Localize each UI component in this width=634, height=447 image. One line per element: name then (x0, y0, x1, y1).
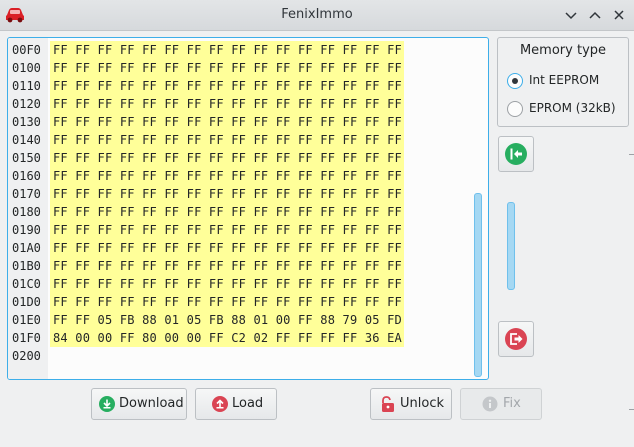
divider (629, 154, 634, 167)
read-button[interactable] (498, 136, 534, 172)
hex-address: 0100 (12, 61, 41, 75)
hex-bytes[interactable]: FF FF FF FF FF FF FF FF FF FF FF FF FF F… (50, 293, 404, 311)
hex-address: 0110 (12, 79, 41, 93)
radio-indicator[interactable] (507, 73, 523, 89)
hex-bytes[interactable]: FF FF FF FF FF FF FF FF FF FF FF FF FF F… (50, 95, 404, 113)
hex-address: 01C0 (12, 277, 41, 291)
hex-address: 01D0 (12, 295, 41, 309)
close-icon[interactable] (611, 7, 627, 23)
hex-bytes[interactable]: FF FF FF FF FF FF FF FF FF FF FF FF FF F… (50, 149, 404, 167)
window-title: FenixImmo (281, 7, 353, 22)
hex-address: 01E0 (12, 313, 41, 327)
hex-bytes[interactable]: FF FF FF FF FF FF FF FF FF FF FF FF FF F… (50, 239, 404, 257)
unlock-icon (380, 396, 396, 417)
hex-bytes[interactable]: FF FF FF FF FF FF FF FF FF FF FF FF FF F… (50, 221, 404, 239)
hex-bytes[interactable]: FF FF FF FF FF FF FF FF FF FF FF FF FF F… (50, 131, 404, 149)
hex-bytes[interactable]: FF FF FF FF FF FF FF FF FF FF FF FF FF F… (50, 113, 404, 131)
title-bar[interactable]: FenixImmo (0, 0, 634, 31)
hex-bytes[interactable]: FF FF FF FF FF FF FF FF FF FF FF FF FF F… (50, 257, 404, 275)
hex-address: 00F0 (12, 43, 41, 57)
hex-address: 01B0 (12, 259, 41, 273)
load-label: Load (232, 396, 264, 411)
hex-bytes[interactable]: FF FF FF FF FF FF FF FF FF FF FF FF FF F… (50, 275, 404, 293)
import-arrow-icon (505, 143, 527, 169)
unlock-label: Unlock (400, 396, 444, 411)
download-icon (99, 396, 115, 416)
hex-editor[interactable]: 00F0 FF FF FF FF FF FF FF FF FF FF FF FF … (7, 37, 489, 380)
hex-bytes[interactable]: FF FF FF FF FF FF FF FF FF FF FF FF FF F… (50, 59, 404, 77)
info-icon (482, 396, 498, 416)
hex-address: 01F0 (12, 331, 41, 345)
hex-address: 0180 (12, 205, 41, 219)
radio-label: EPROM (32kB) (529, 101, 616, 115)
hex-address: 0150 (12, 151, 41, 165)
hex-scrollbar[interactable] (474, 193, 482, 377)
download-button[interactable]: Download (91, 388, 187, 420)
hex-address: 0170 (12, 187, 41, 201)
hex-bytes[interactable]: FF FF 05 FB 88 01 05 FB 88 01 00 FF 88 7… (50, 311, 404, 329)
radio-label: Int EEPROM (529, 73, 600, 87)
unlock-button[interactable]: Unlock (370, 388, 452, 420)
hex-bytes[interactable]: FF FF FF FF FF FF FF FF FF FF FF FF FF F… (50, 203, 404, 221)
hex-bytes[interactable]: FF FF FF FF FF FF FF FF FF FF FF FF FF F… (50, 167, 404, 185)
download-label: Download (119, 396, 184, 411)
hex-address: 0200 (12, 349, 41, 363)
fix-button[interactable]: Fix (460, 388, 542, 420)
divider (629, 409, 634, 410)
hex-bytes[interactable]: FF FF FF FF FF FF FF FF FF FF FF FF FF F… (50, 185, 404, 203)
radio-indicator[interactable] (507, 101, 523, 117)
hex-bytes[interactable]: FF FF FF FF FF FF FF FF FF FF FF FF FF F… (50, 77, 404, 95)
hex-bytes[interactable]: FF FF FF FF FF FF FF FF FF FF FF FF FF F… (50, 41, 404, 59)
chevron-down-icon[interactable] (563, 7, 579, 23)
hex-bytes[interactable] (50, 347, 55, 365)
hex-address: 0120 (12, 97, 41, 111)
hex-address: 0140 (12, 133, 41, 147)
export-arrow-icon (505, 328, 527, 354)
write-button[interactable] (498, 321, 534, 357)
side-slider[interactable] (507, 202, 515, 290)
hex-address: 0160 (12, 169, 41, 183)
memory-type-title: Memory type (519, 43, 607, 58)
upload-icon (212, 396, 228, 416)
memory-type-group: Memory type Int EEPROM EPROM (32kB) (497, 37, 629, 127)
fix-label: Fix (503, 396, 521, 411)
hex-bytes[interactable]: 84 00 00 FF 80 00 00 FF C2 02 FF FF FF F… (50, 329, 404, 347)
hex-address: 0130 (12, 115, 41, 129)
hex-address: 0190 (12, 223, 41, 237)
chevron-up-icon[interactable] (587, 7, 603, 23)
hex-address: 01A0 (12, 241, 41, 255)
load-button[interactable]: Load (195, 388, 277, 420)
